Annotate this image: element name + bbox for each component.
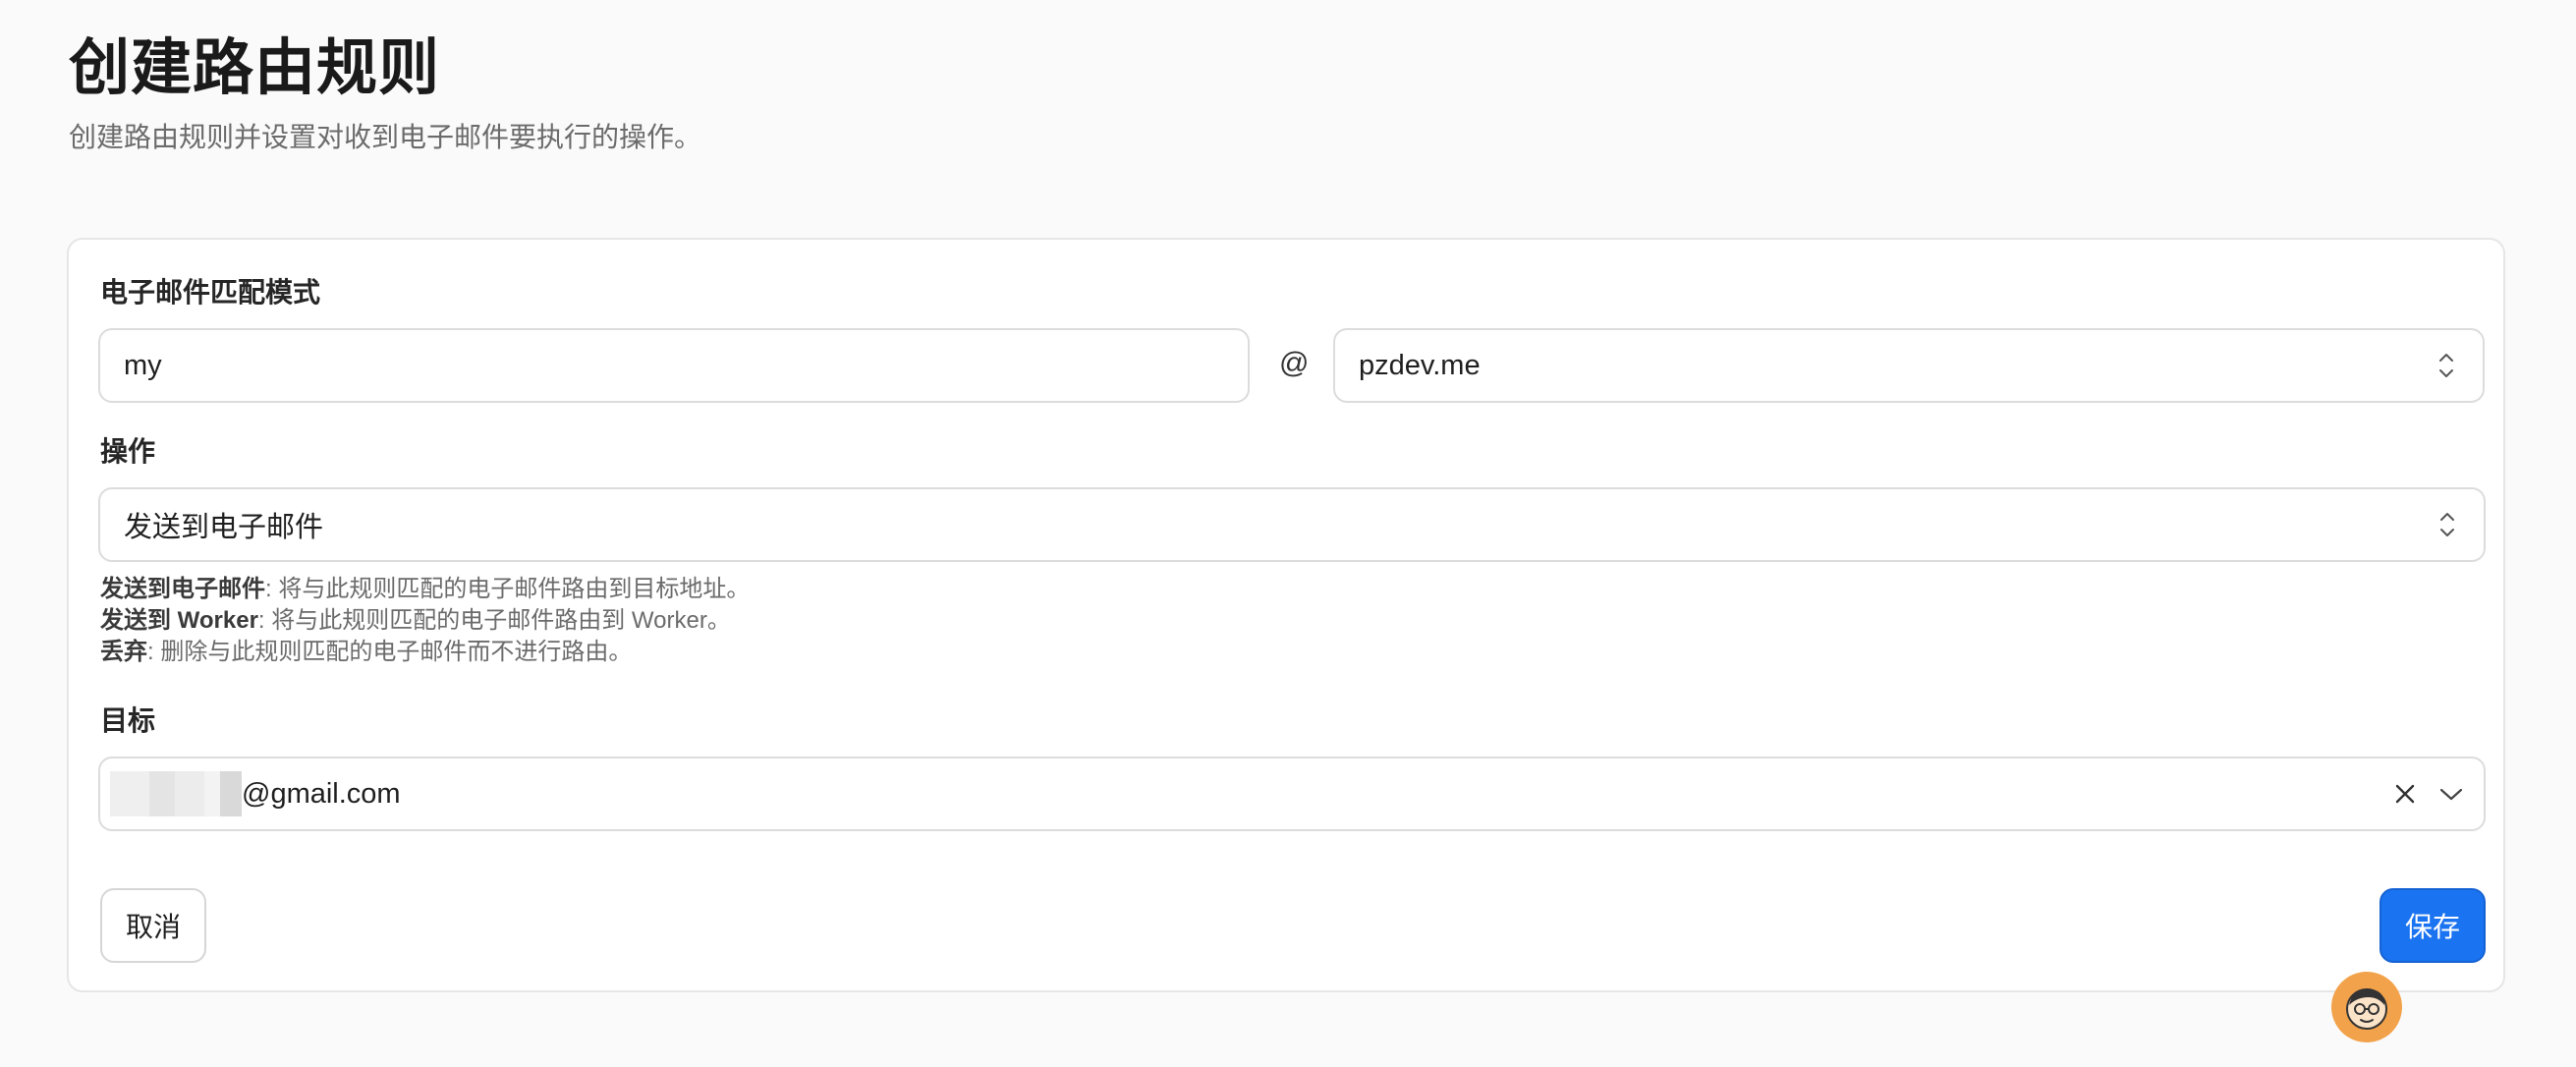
avatar-face-icon bbox=[2346, 988, 2387, 1030]
clear-icon[interactable] bbox=[2393, 782, 2417, 806]
cancel-button[interactable]: 取消 bbox=[100, 888, 206, 963]
action-value: 发送到电子邮件 bbox=[124, 512, 324, 543]
select-stepper-icon bbox=[2440, 513, 2454, 536]
help-line-email: 发送到电子邮件: 将与此规则匹配的电子邮件路由到目标地址。 bbox=[100, 576, 751, 602]
action-help: 发送到电子邮件: 将与此规则匹配的电子邮件路由到目标地址。 发送到 Worker… bbox=[100, 574, 750, 668]
action-select[interactable]: 发送到电子邮件 bbox=[98, 487, 2486, 562]
chevron-down-icon[interactable] bbox=[2438, 786, 2464, 802]
at-sign: @ bbox=[1279, 347, 1310, 379]
destination-label: 目标 bbox=[100, 705, 156, 736]
page-subtitle: 创建路由规则并设置对收到电子邮件要执行的操作。 bbox=[69, 122, 702, 152]
help-line-worker: 发送到 Worker: 将与此规则匹配的电子邮件路由到 Worker。 bbox=[100, 607, 731, 634]
help-line-drop: 丢弃: 删除与此规则匹配的电子邮件而不进行路由。 bbox=[100, 639, 633, 665]
destination-combobox[interactable]: @gmail.com bbox=[98, 757, 2486, 831]
routing-rule-form: 电子邮件匹配模式 my @ pzdev.me 操作 发送到电子邮件 发送到电子邮… bbox=[67, 238, 2505, 992]
destination-email-value: @gmail.com bbox=[242, 777, 401, 810]
action-label: 操作 bbox=[100, 436, 156, 467]
local-part-value: my bbox=[124, 349, 162, 381]
match-pattern-label: 电子邮件匹配模式 bbox=[100, 277, 321, 308]
save-button[interactable]: 保存 bbox=[2380, 888, 2486, 963]
redacted-email-prefix bbox=[110, 771, 242, 816]
domain-value: pzdev.me bbox=[1359, 349, 1481, 381]
avatar[interactable] bbox=[2331, 972, 2402, 1042]
domain-select[interactable]: pzdev.me bbox=[1333, 328, 2485, 403]
page-title: 创建路由规则 bbox=[69, 34, 441, 102]
select-stepper-icon bbox=[2439, 354, 2453, 377]
local-part-input[interactable]: my bbox=[98, 328, 1250, 403]
